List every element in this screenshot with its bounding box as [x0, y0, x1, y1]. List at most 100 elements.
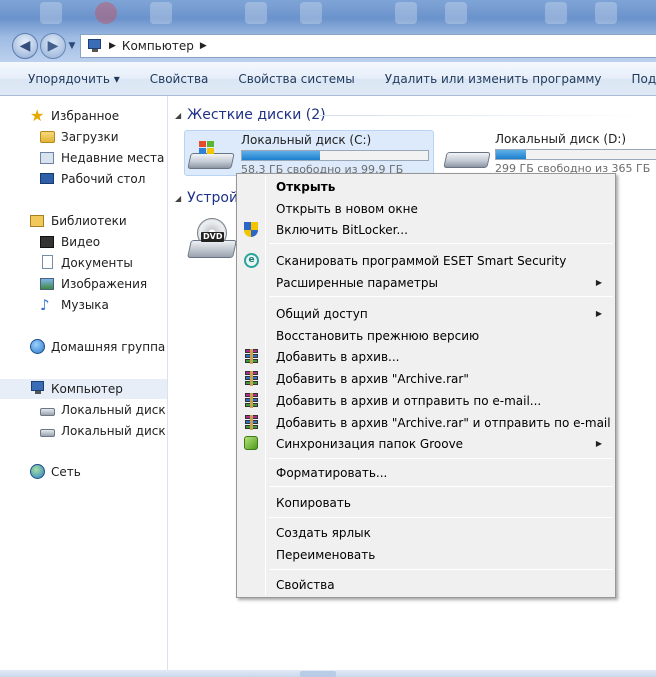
group-header-hard-drives[interactable]: ◢ Жесткие диски (2)	[175, 105, 326, 125]
libraries-icon	[30, 215, 44, 227]
arrow-right-icon: ▶	[47, 38, 59, 54]
menu-item-create-shortcut[interactable]: Создать ярлык	[240, 522, 612, 543]
nav-recent-places[interactable]: Недавние места	[0, 148, 167, 168]
submenu-arrow-icon: ▶	[595, 439, 602, 448]
menu-item-add-to-archive-rar[interactable]: Добавить в архив "Archive.rar"	[240, 368, 612, 389]
nav-local-disk-c[interactable]: Локальный диск (C:)	[0, 400, 167, 420]
background-blur	[595, 2, 617, 24]
organize-button[interactable]: Упорядочить ▾	[0, 72, 135, 86]
breadcrumb-computer[interactable]: Компьютер	[122, 39, 194, 53]
eset-icon: e	[244, 252, 259, 268]
menu-item-groove-sync[interactable]: Синхронизация папок Groove ▶	[240, 433, 612, 454]
submenu-arrow-icon: ▶	[595, 278, 602, 287]
winrar-icon	[244, 348, 259, 364]
menu-item-bitlocker[interactable]: Включить BitLocker...	[240, 219, 612, 240]
background-blur	[545, 2, 567, 24]
group-divider	[319, 115, 649, 116]
documents-library-icon	[42, 255, 53, 269]
music-note-icon: ♪	[40, 296, 50, 314]
desktop-icon	[40, 173, 54, 184]
downloads-folder-icon	[40, 131, 55, 143]
drive-tile-c[interactable]: Локальный диск (C:) 58,3 ГБ свободно из …	[184, 130, 434, 176]
context-menu: Открыть Открыть в новом окне Включить Bi…	[236, 173, 616, 598]
nav-documents[interactable]: Документы	[0, 253, 167, 273]
menu-item-copy[interactable]: Копировать	[240, 492, 612, 513]
window-titlebar: ◀ ▶ ▼ ▶ Компьютер ▶	[0, 0, 656, 62]
drive-name: Локальный диск (C:)	[241, 133, 372, 147]
system-drive-icon	[187, 141, 235, 171]
menu-item-format[interactable]: Форматировать...	[240, 462, 612, 483]
back-button[interactable]: ◀	[12, 33, 38, 59]
recent-places-icon	[40, 152, 54, 164]
nav-pictures[interactable]: Изображения	[0, 274, 167, 294]
nav-downloads[interactable]: Загрузки	[0, 127, 167, 147]
menu-item-restore-previous[interactable]: Восстановить прежнюю версию	[240, 325, 612, 346]
nav-videos[interactable]: Видео	[0, 232, 167, 252]
breadcrumb-separator-icon[interactable]: ▶	[200, 41, 207, 51]
homegroup-icon	[30, 339, 45, 354]
drive-tile-d[interactable]: Локальный диск (D:) 299 ГБ свободно из 3…	[439, 130, 656, 176]
collapse-triangle-icon[interactable]: ◢	[175, 111, 181, 120]
nav-computer[interactable]: Компьютер	[0, 379, 167, 399]
menu-item-advanced-options[interactable]: Расширенные параметры ▶	[240, 272, 612, 293]
nav-libraries[interactable]: Библиотеки	[0, 211, 167, 231]
address-bar[interactable]: ▶ Компьютер ▶	[80, 34, 656, 58]
hard-drive-icon	[443, 144, 491, 170]
pictures-library-icon	[40, 278, 54, 290]
background-blur	[245, 2, 267, 24]
map-network-drive-button[interactable]: Подключить сетевой диск	[617, 72, 656, 86]
menu-separator	[269, 569, 613, 570]
collapse-triangle-icon[interactable]: ◢	[175, 194, 181, 203]
dvd-drive-tile[interactable]: DVD	[187, 218, 237, 260]
nav-homegroup[interactable]: Домашняя группа	[0, 337, 167, 357]
uninstall-program-button[interactable]: Удалить или изменить программу	[370, 72, 617, 86]
menu-separator	[269, 486, 613, 487]
background-blur	[40, 2, 62, 24]
background-blur	[150, 2, 172, 24]
dvd-drive-icon	[187, 240, 237, 258]
background-blur	[300, 2, 322, 24]
menu-item-open-new-window[interactable]: Открыть в новом окне	[240, 198, 612, 219]
drive-name: Локальный диск (D:)	[495, 132, 627, 146]
hard-drive-icon	[40, 429, 55, 437]
menu-item-add-to-archive[interactable]: Добавить в архив...	[240, 346, 612, 367]
video-library-icon	[40, 236, 54, 248]
breadcrumb-separator-icon[interactable]: ▶	[109, 41, 116, 51]
nav-music[interactable]: ♪ Музыка	[0, 295, 167, 315]
nav-network[interactable]: Сеть	[0, 462, 167, 482]
nav-desktop[interactable]: Рабочий стол	[0, 169, 167, 189]
properties-button[interactable]: Свойства	[135, 72, 224, 86]
background-blur	[95, 2, 117, 24]
menu-item-archive-rar-and-email[interactable]: Добавить в архив "Archive.rar" и отправи…	[240, 412, 612, 433]
recent-pages-dropdown[interactable]: ▼	[66, 40, 78, 52]
groove-icon	[244, 435, 258, 450]
winrar-icon	[244, 392, 259, 408]
shield-icon	[244, 221, 258, 238]
menu-item-open[interactable]: Открыть	[240, 176, 612, 197]
nav-local-disk-d[interactable]: Локальный диск (D:)	[0, 421, 167, 441]
menu-separator	[269, 458, 613, 459]
nav-favorites[interactable]: ★ Избранное	[0, 106, 167, 126]
background-blur	[395, 2, 417, 24]
computer-icon	[87, 39, 103, 53]
winrar-icon	[244, 414, 259, 430]
system-properties-button[interactable]: Свойства системы	[223, 72, 369, 86]
drive-usage-bar	[241, 150, 429, 161]
computer-icon	[30, 381, 46, 395]
menu-item-properties[interactable]: Свойства	[240, 574, 612, 595]
menu-item-eset-scan[interactable]: e Сканировать программой ESET Smart Secu…	[240, 250, 612, 271]
menu-item-archive-and-email[interactable]: Добавить в архив и отправить по e-mail..…	[240, 390, 612, 411]
background-blur	[445, 2, 467, 24]
drive-usage-bar	[495, 149, 656, 160]
submenu-arrow-icon: ▶	[595, 309, 602, 318]
details-pane-grip[interactable]	[300, 671, 336, 677]
star-icon: ★	[30, 106, 45, 125]
menu-separator	[269, 517, 613, 518]
menu-item-sharing[interactable]: Общий доступ ▶	[240, 303, 612, 324]
forward-button[interactable]: ▶	[40, 33, 66, 59]
navigation-pane: ★ Избранное Загрузки Недавние места Рабо…	[0, 96, 168, 677]
menu-item-rename[interactable]: Переименовать	[240, 544, 612, 565]
menu-separator	[269, 243, 613, 244]
menu-separator	[269, 296, 613, 297]
command-bar: Упорядочить ▾ Свойства Свойства системы …	[0, 62, 656, 96]
